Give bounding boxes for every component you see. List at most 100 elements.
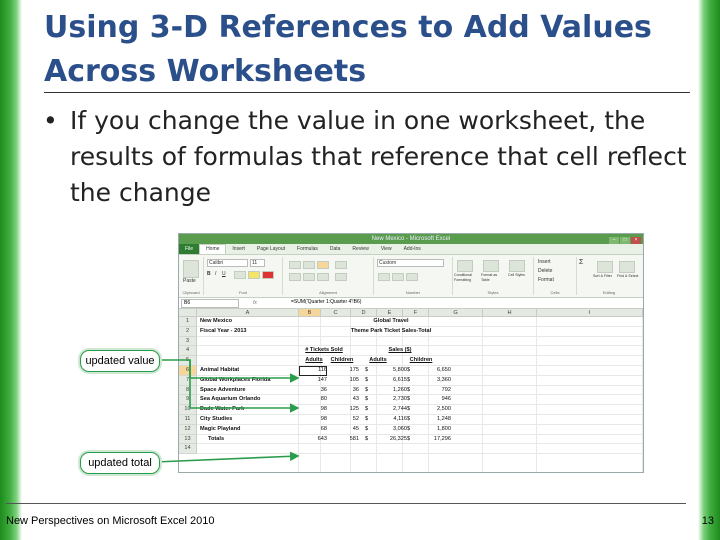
tab-home[interactable]: Home <box>199 244 227 254</box>
merge-center-icon[interactable] <box>335 273 347 281</box>
row-header[interactable]: 10 <box>179 405 197 415</box>
row-header[interactable]: 13 <box>179 434 197 445</box>
row-header[interactable]: 7 <box>179 375 197 386</box>
borders-icon[interactable] <box>234 271 246 279</box>
row-header[interactable]: 6 <box>179 366 197 376</box>
cell-value[interactable]: 1,260 <box>369 386 407 396</box>
cell-value[interactable]: 1,248 <box>409 415 451 425</box>
cell-value[interactable]: 4,116 <box>369 415 407 425</box>
cell-value[interactable]: 6,615 <box>369 376 407 386</box>
column-header[interactable]: H <box>483 309 537 317</box>
cell-value[interactable]: 45 <box>321 425 359 435</box>
font-name-select[interactable]: Calibri <box>207 259 248 267</box>
cell-col-header[interactable]: Children <box>399 356 443 366</box>
row-header[interactable]: 14 <box>179 444 197 455</box>
cell-value[interactable]: 792 <box>409 386 451 396</box>
cell-value[interactable]: 52 <box>321 415 359 425</box>
comma-icon[interactable] <box>406 273 418 281</box>
column-header[interactable]: C <box>321 309 351 317</box>
align-left-icon[interactable] <box>289 273 301 281</box>
currency-icon[interactable] <box>378 273 390 281</box>
row-header[interactable]: 3 <box>179 336 197 347</box>
cell-header-tickets[interactable]: # Tickets Sold <box>291 346 357 356</box>
row-header[interactable]: 5 <box>179 356 197 366</box>
insert-cells-label[interactable]: Insert <box>538 259 551 265</box>
cell-col-header[interactable]: Children <box>323 356 361 366</box>
column-header[interactable]: F <box>403 309 429 317</box>
column-header[interactable]: A <box>197 309 299 317</box>
column-header[interactable]: I <box>537 309 643 317</box>
tab-data[interactable]: Data <box>324 244 347 254</box>
delete-cells-label[interactable]: Delete <box>538 268 552 274</box>
italic-icon[interactable]: I <box>215 271 216 277</box>
cell-value[interactable]: 6,650 <box>409 366 451 376</box>
bold-icon[interactable]: B <box>207 271 211 277</box>
cell-value[interactable]: 1,800 <box>409 425 451 435</box>
column-header[interactable]: D <box>351 309 377 317</box>
tab-insert[interactable]: Insert <box>226 244 251 254</box>
column-header[interactable]: E <box>377 309 403 317</box>
tab-review[interactable]: Review <box>346 244 374 254</box>
cell-title[interactable]: Theme Park Ticket Sales-Total <box>299 327 483 337</box>
row-header[interactable]: 11 <box>179 415 197 425</box>
column-header[interactable]: G <box>429 309 483 317</box>
fx-icon[interactable]: fx <box>253 298 257 308</box>
tab-formulas[interactable]: Formulas <box>291 244 324 254</box>
cell-value[interactable]: 3,360 <box>409 376 451 386</box>
minimize-icon[interactable]: – <box>609 237 619 244</box>
row-header[interactable]: 12 <box>179 424 197 435</box>
maximize-icon[interactable]: □ <box>620 237 630 244</box>
cell-value[interactable]: 5,800 <box>369 366 407 376</box>
tab-file[interactable]: File <box>179 244 200 254</box>
cell-col-header[interactable]: Adults <box>361 356 395 366</box>
name-box[interactable]: B6 <box>181 299 239 308</box>
cell-value[interactable]: 2,744 <box>369 405 407 415</box>
format-as-table-icon[interactable] <box>483 260 499 272</box>
cell-value[interactable]: 26,325 <box>369 435 407 445</box>
paste-icon[interactable] <box>183 260 199 278</box>
cell-styles-icon[interactable] <box>509 260 525 272</box>
sort-filter-icon[interactable] <box>597 261 613 273</box>
close-icon[interactable]: × <box>631 237 641 244</box>
percent-icon[interactable] <box>392 273 404 281</box>
cell-value[interactable]: 105 <box>321 376 359 386</box>
tab-view[interactable]: View <box>375 244 398 254</box>
tab-page-layout[interactable]: Page Layout <box>251 244 291 254</box>
cell-header-sales[interactable]: Sales ($) <box>361 346 439 356</box>
align-top-icon[interactable] <box>289 261 301 269</box>
row-header[interactable]: 1 <box>179 317 197 327</box>
cell-value[interactable]: 946 <box>409 395 451 405</box>
row-header[interactable]: 2 <box>179 326 197 337</box>
select-all-corner[interactable] <box>179 309 197 317</box>
tab-add-ins[interactable]: Add-Ins <box>398 244 427 254</box>
autosum-icon[interactable]: Σ <box>579 259 583 266</box>
cell-value[interactable]: 2,500 <box>409 405 451 415</box>
cell-value[interactable]: 36 <box>321 386 359 396</box>
row-header[interactable]: 4 <box>179 346 197 357</box>
row-header[interactable]: 8 <box>179 385 197 396</box>
underline-icon[interactable]: U <box>222 271 226 277</box>
column-header[interactable]: B <box>299 309 321 317</box>
align-middle-icon[interactable] <box>303 261 315 269</box>
fill-color-icon[interactable] <box>248 271 260 279</box>
cell-title[interactable]: Global Travel <box>299 317 483 327</box>
align-center-icon[interactable] <box>303 273 315 281</box>
font-size-select[interactable]: 11 <box>250 259 265 267</box>
conditional-formatting-icon[interactable] <box>457 260 473 272</box>
selected-cell[interactable] <box>299 366 327 376</box>
font-color-icon[interactable] <box>262 271 274 279</box>
cell-value[interactable]: 2,730 <box>369 395 407 405</box>
row-header[interactable]: 9 <box>179 395 197 406</box>
cell-value[interactable]: 125 <box>321 405 359 415</box>
number-format-select[interactable]: Custom <box>377 259 444 267</box>
cell-value[interactable]: 17,296 <box>409 435 451 445</box>
align-bottom-icon[interactable] <box>317 261 329 269</box>
worksheet-grid[interactable]: A B C D E F G H I 1 New Mexico Global Travel 2 Fiscal… <box>179 309 643 472</box>
wrap-text-icon[interactable] <box>335 261 347 269</box>
formula-input[interactable]: =SUM('Quarter 1:Quarter 4'!B6) <box>291 299 361 306</box>
format-cells-label[interactable]: Format <box>538 277 554 283</box>
align-right-icon[interactable] <box>317 273 329 281</box>
cell-value[interactable]: 581 <box>321 435 359 445</box>
find-select-icon[interactable] <box>619 261 635 273</box>
cell-value[interactable]: 43 <box>321 395 359 405</box>
